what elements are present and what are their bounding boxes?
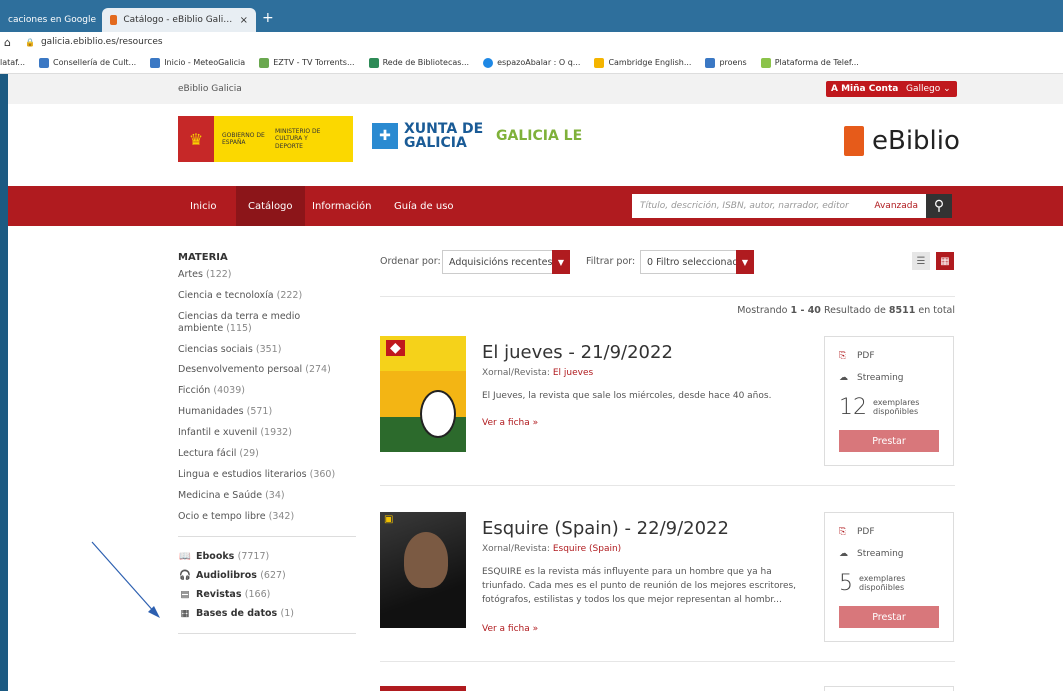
annotation-arrow-icon xyxy=(91,541,160,618)
